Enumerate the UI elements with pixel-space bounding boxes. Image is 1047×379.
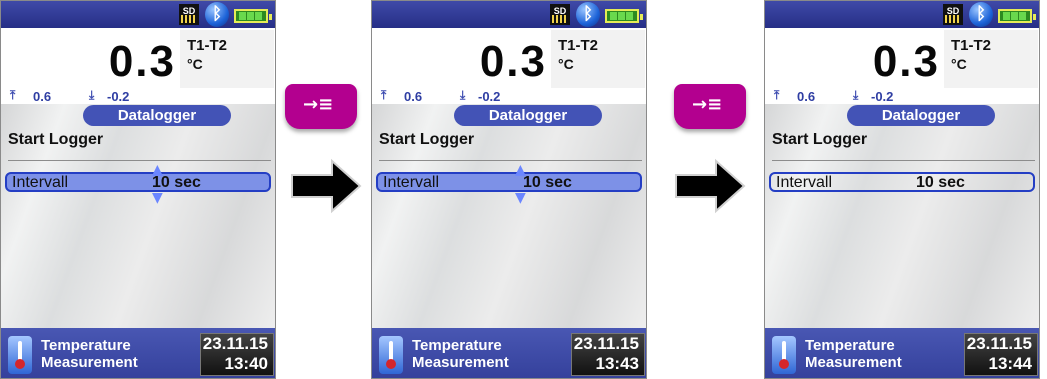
- divider: [772, 160, 1035, 161]
- sd-card-icon: SD: [179, 4, 199, 25]
- interval-row[interactable]: ▲ Intervall 10 sec ▼: [5, 163, 271, 205]
- thermometer-icon: [8, 336, 32, 374]
- interval-value[interactable]: 10 sec: [523, 174, 572, 192]
- min-value: -0.2: [107, 89, 130, 104]
- start-logger-item[interactable]: Start Logger: [8, 131, 103, 149]
- min-value: -0.2: [871, 89, 894, 104]
- start-logger-item[interactable]: Start Logger: [379, 131, 474, 149]
- unit-panel: T1-T2 °C: [944, 30, 1038, 89]
- footer: Temperature Measurement 23.11.15 13:40: [1, 328, 275, 378]
- min-max-row: ⤒ 0.6 ⤓ -0.2: [1, 88, 275, 104]
- footer: Temperature Measurement 23.11.15 13:43: [372, 328, 646, 378]
- arrow-right-icon: [675, 158, 746, 214]
- divider: [379, 160, 642, 161]
- min-max-row: ⤒ 0.6 ⤓ -0.2: [372, 88, 646, 104]
- max-icon: ⤒: [10, 88, 16, 102]
- unit-panel: T1-T2 °C: [180, 30, 274, 89]
- max-value: 0.6: [404, 89, 423, 104]
- footer: Temperature Measurement 23.11.15 13:44: [765, 328, 1039, 378]
- bluetooth-icon: [969, 2, 993, 27]
- device-screen-3: SD 0.3 T1-T2 °C ⤒ 0.6 ⤓ -0.2 Datalogger St…: [764, 0, 1040, 379]
- menu-title-tab: Datalogger: [847, 105, 995, 126]
- unit-label: °C: [187, 56, 203, 72]
- interval-label: Intervall: [776, 174, 833, 191]
- max-icon: ⤒: [774, 88, 780, 102]
- date-time: 23.11.15 13:40: [200, 333, 274, 376]
- main-reading: 0.3: [108, 37, 176, 86]
- datalogger-menu: Datalogger Start Logger Intervall 10 sec: [765, 104, 1039, 328]
- key-label: →≡: [692, 94, 723, 115]
- battery-icon: [605, 9, 643, 23]
- interval-label: Intervall: [383, 174, 440, 191]
- menu-title-tab: Datalogger: [454, 105, 602, 126]
- min-icon: ⤓: [853, 88, 859, 102]
- min-icon: ⤓: [89, 88, 95, 102]
- divider: [8, 160, 271, 161]
- battery-icon: [234, 9, 272, 23]
- datalogger-menu: Datalogger Start Logger ▲ Intervall 10 s…: [1, 104, 275, 328]
- date-time: 23.11.15 13:44: [964, 333, 1038, 376]
- log-key-icon[interactable]: →≡: [285, 84, 357, 129]
- mode-label: Temperature Measurement: [412, 337, 509, 371]
- down-arrow-icon: ▼: [152, 190, 163, 206]
- interval-row[interactable]: Intervall 10 sec: [769, 172, 1035, 192]
- min-value: -0.2: [478, 89, 501, 104]
- unit-title: T1-T2: [558, 37, 599, 54]
- unit-label: °C: [951, 56, 967, 72]
- date-time: 23.11.15 13:43: [571, 333, 645, 376]
- status-bar: SD: [1, 1, 275, 28]
- datalogger-menu: Datalogger Start Logger ▲ Intervall 10 s…: [372, 104, 646, 328]
- thermometer-icon: [379, 336, 403, 374]
- max-value: 0.6: [33, 89, 52, 104]
- interval-value[interactable]: 10 sec: [916, 174, 965, 192]
- unit-title: T1-T2: [951, 37, 992, 54]
- arrow-right-icon: [291, 158, 362, 214]
- bluetooth-icon: [205, 2, 229, 27]
- mode-label: Temperature Measurement: [805, 337, 902, 371]
- main-reading: 0.3: [479, 37, 547, 86]
- min-max-row: ⤒ 0.6 ⤓ -0.2: [765, 88, 1039, 104]
- down-arrow-icon: ▼: [515, 190, 526, 206]
- start-logger-item[interactable]: Start Logger: [772, 131, 867, 149]
- bluetooth-icon: [576, 2, 600, 27]
- main-reading: 0.3: [872, 37, 940, 86]
- status-bar: SD: [765, 1, 1039, 28]
- device-screen-2: SD 0.3 T1-T2 °C ⤒ 0.6 ⤓ -0.2 Datalogger St…: [371, 0, 647, 379]
- max-icon: ⤒: [381, 88, 387, 102]
- interval-row[interactable]: ▲ Intervall 10 sec ▼: [376, 163, 642, 205]
- thermometer-icon: [772, 336, 796, 374]
- log-key-icon[interactable]: →≡: [674, 84, 746, 129]
- mode-label: Temperature Measurement: [41, 337, 138, 371]
- unit-panel: T1-T2 °C: [551, 30, 645, 89]
- sd-card-icon: SD: [943, 4, 963, 25]
- device-screen-1: SD 0.3 T1-T2 °C ⤒ 0.6 ⤓ -0.2 Datalogger St…: [0, 0, 276, 379]
- max-value: 0.6: [797, 89, 816, 104]
- min-icon: ⤓: [460, 88, 466, 102]
- interval-label: Intervall: [12, 174, 69, 191]
- unit-label: °C: [558, 56, 574, 72]
- menu-title-tab: Datalogger: [83, 105, 231, 126]
- sd-card-icon: SD: [550, 4, 570, 25]
- key-label: →≡: [303, 94, 334, 115]
- status-bar: SD: [372, 1, 646, 28]
- battery-icon: [998, 9, 1036, 23]
- unit-title: T1-T2: [187, 37, 228, 54]
